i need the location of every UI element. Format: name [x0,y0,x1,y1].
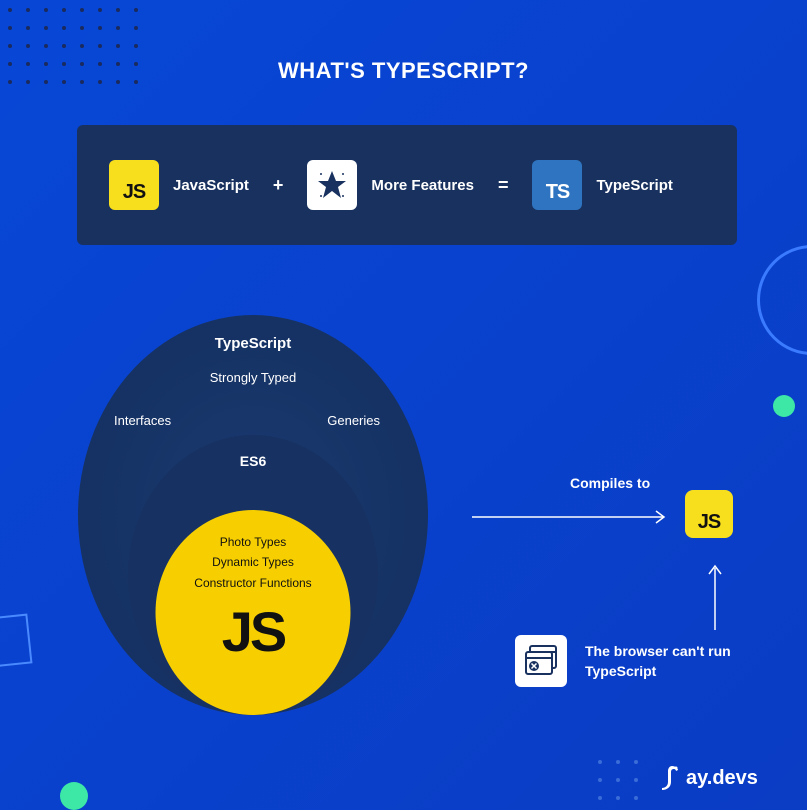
plus-operator: + [273,175,284,196]
features-label: More Features [371,177,474,194]
venn-outer-right-label: Generies [327,413,380,428]
venn-outer-left-label: Interfaces [114,413,171,428]
equation-term-ts: TS TypeScript [532,160,672,210]
browser-message: The browser can't run TypeScript [585,642,735,681]
venn-outer-sub: Strongly Typed [78,370,428,385]
venn-diagram: TypeScript Strongly Typed Interfaces Gen… [78,315,428,715]
ts-label: TypeScript [596,177,672,194]
equation-term-features: More Features [307,160,474,210]
star-icon [307,160,357,210]
venn-inner-line2: Dynamic Types [156,552,351,572]
venn-inner-line1: Photo Types [156,532,351,552]
teal-circle-decor [773,395,795,417]
dot-grid-small-decor [598,760,638,800]
equals-operator: = [498,175,509,196]
compiles-to-label: Compiles to [570,475,650,491]
venn-mid-title: ES6 [78,453,428,469]
jay-logo-icon [660,764,684,792]
venn-inner-big-label: JS [156,599,351,664]
green-circle-decor [60,782,88,810]
arrow-up-icon [708,560,722,635]
page-title: WHAT'S TYPESCRIPT? [0,58,807,84]
venn-inner-js: Photo Types Dynamic Types Constructor Fu… [156,510,351,715]
equation-card: JS JavaScript + More Features = TS TypeS… [77,125,737,245]
ts-icon: TS [532,160,582,210]
arrow-right-icon [472,510,672,512]
venn-inner-line3: Constructor Functions [156,573,351,593]
equation-term-js: JS JavaScript [109,160,249,210]
brand-logo: ay.devs [660,764,758,792]
venn-outer-title: TypeScript [78,335,428,352]
js-icon: JS [109,160,159,210]
browser-window-icon [515,635,567,687]
brand-text: ay.devs [686,767,758,790]
square-outline-decor [0,614,32,669]
js-label: JavaScript [173,177,249,194]
ring-arc-decor [757,245,807,355]
js-target-icon: JS [685,490,733,538]
